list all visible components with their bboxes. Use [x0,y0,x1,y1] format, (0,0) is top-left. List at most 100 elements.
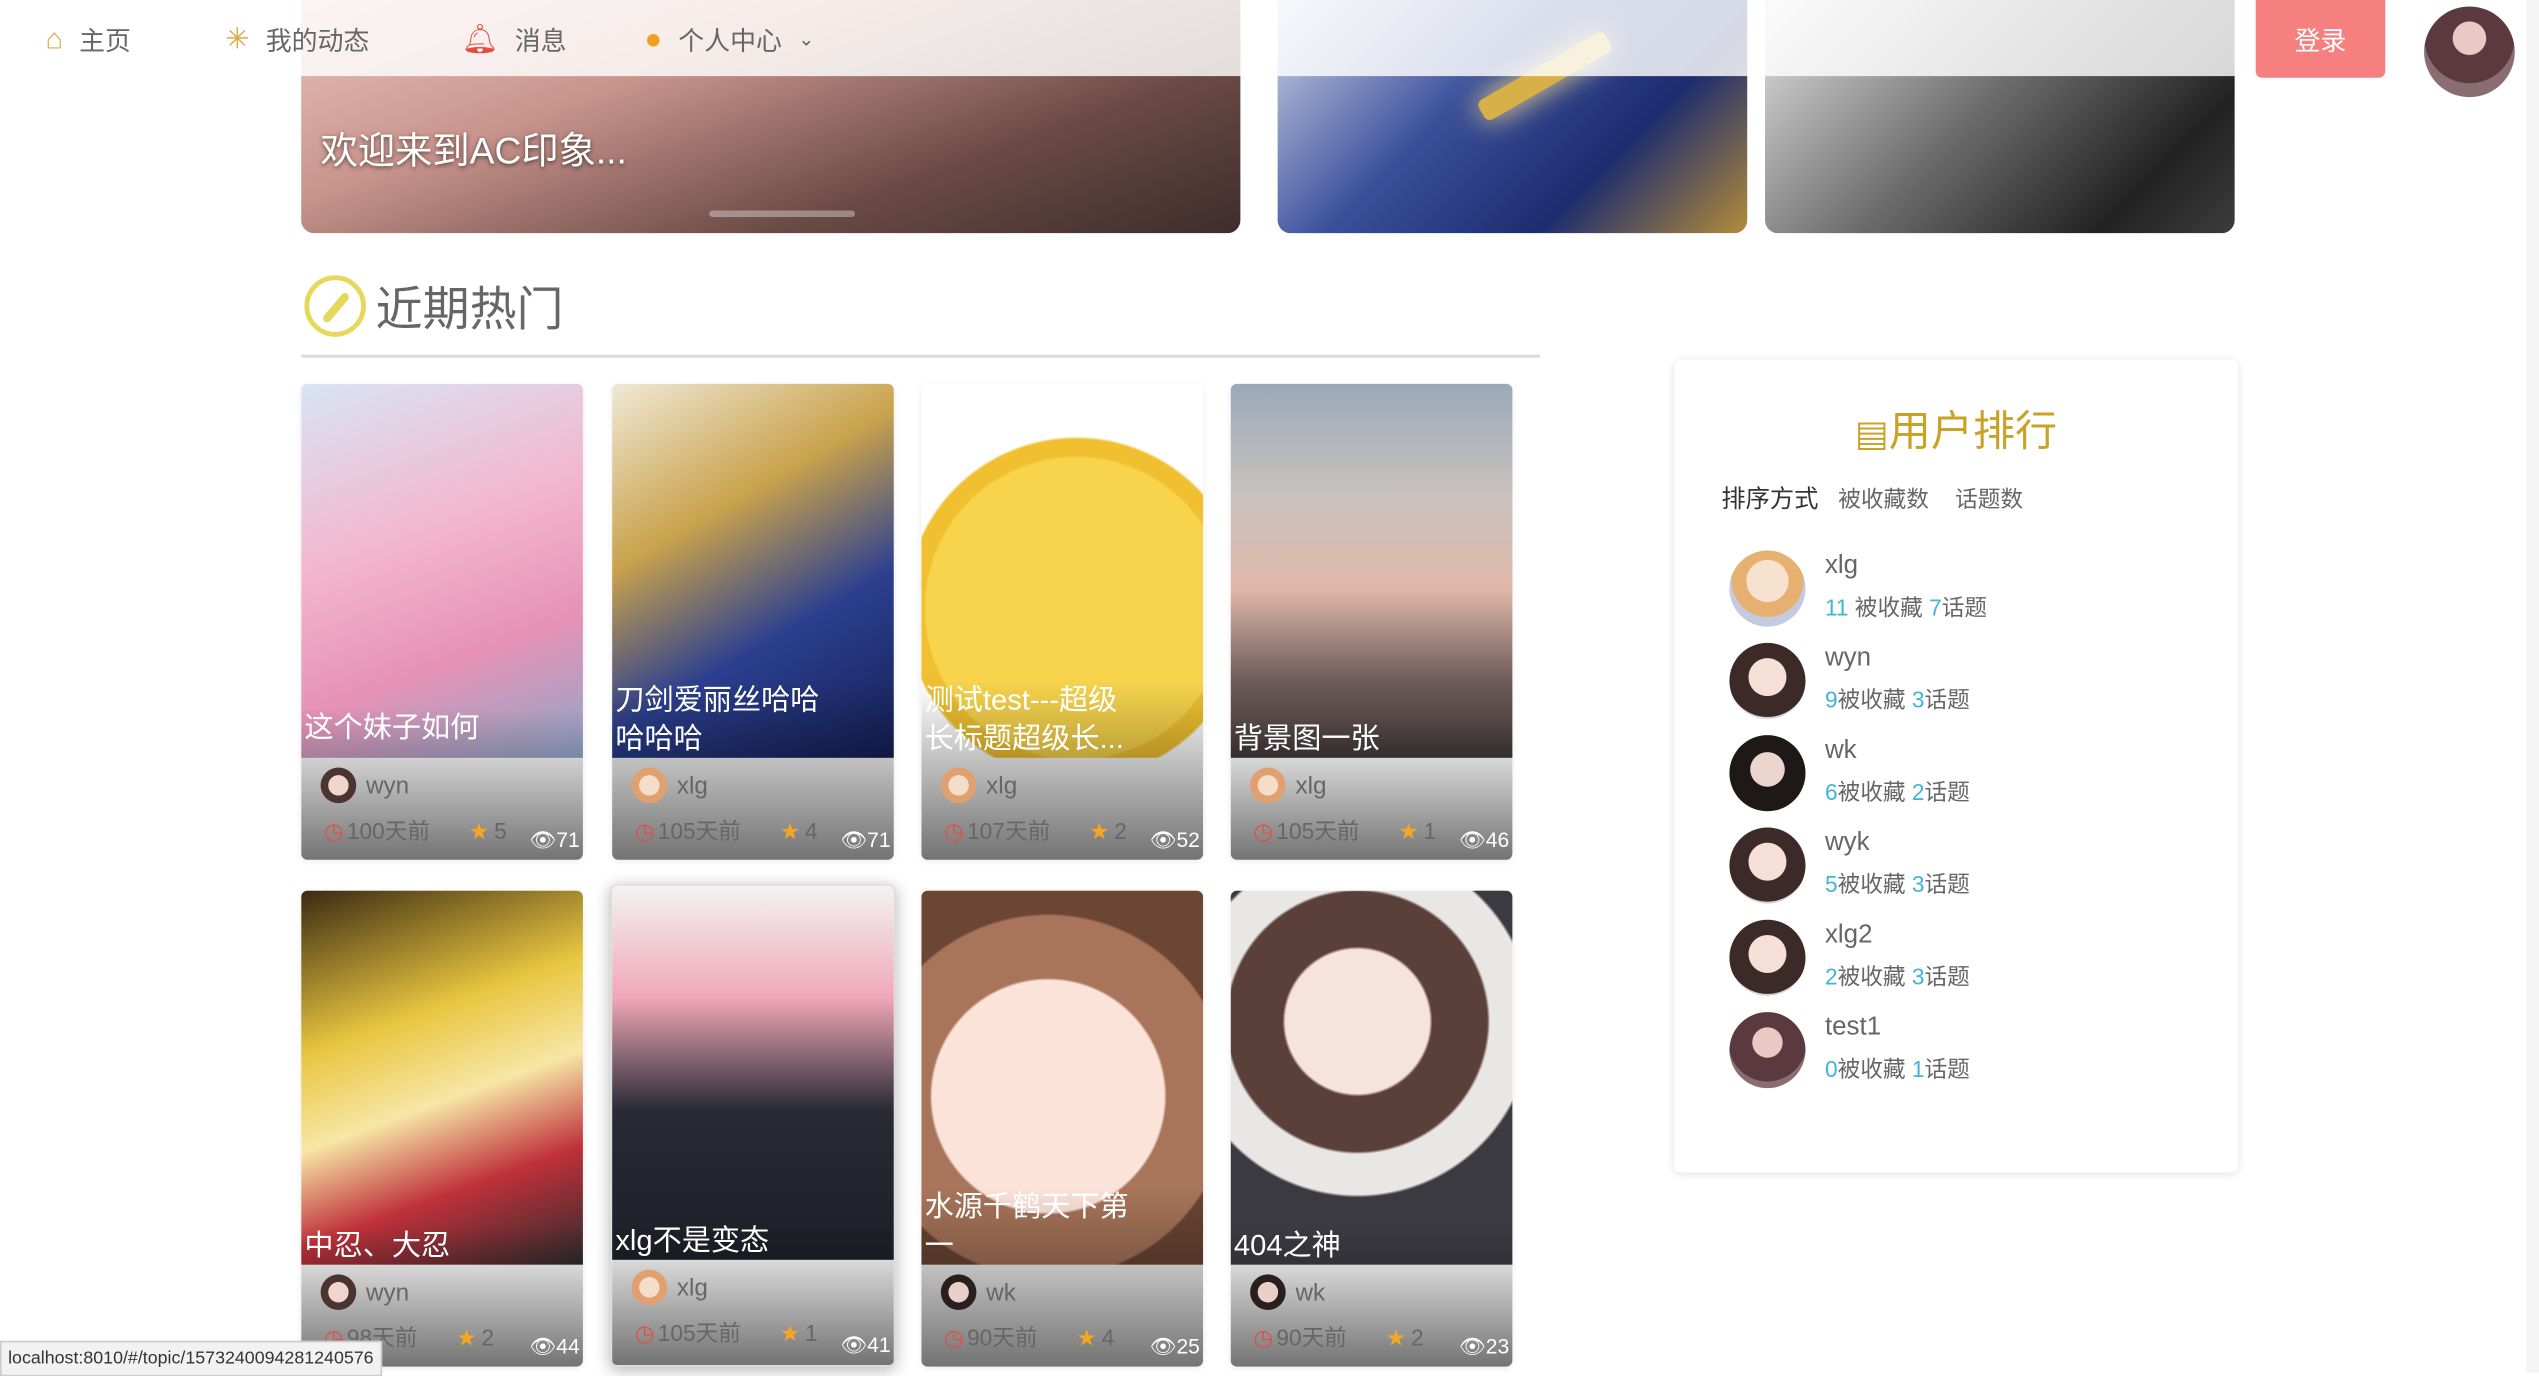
bell-icon: 🔔︎ [461,21,499,55]
ranking-user[interactable]: wyn 9被收藏 3话题 [1729,642,1970,719]
topic-card[interactable]: 背景图一张 👁︎46 xlg ◷ 105天前 ★ 1 [1230,383,1513,860]
nav-label: 个人中心 [678,29,782,57]
sort-bar: 排序方式 被收藏数 话题数 [1721,481,2042,515]
star-icon: ★ [1385,1323,1407,1350]
star-icon: ★ [1398,816,1419,843]
view-count: 25 [1176,1334,1200,1359]
ranking-user[interactable]: wk 6被收藏 2话题 [1729,735,1970,812]
topic-count: 2 [1911,778,1925,805]
topic-thumbnail [301,890,583,1265]
author-name[interactable]: wyn [366,1278,409,1306]
topic-card[interactable]: 水源千鹤天下第一 👁︎25 wk ◷ 90天前 ★ 4 [921,890,1204,1367]
author-avatar [1250,767,1286,804]
nav-item-profile[interactable]: ● 个人中心 ⌄ [644,19,814,58]
banner-title: 欢迎来到AC印象... [320,129,627,172]
topic-card[interactable]: 404之神 👁︎23 wk ◷ 90天前 ★ 2 [1230,890,1513,1367]
star-icon: ★ [1076,1323,1097,1350]
topic-thumbnail [612,885,894,1260]
clock-icon: ◷ [944,816,964,843]
clock-icon: ◷ [1253,1323,1274,1350]
topic-count: 3 [1911,686,1925,713]
topic-card-hovered[interactable]: xlg不是变态 👁︎41 xlg ◷ 105天前 ★ 1 [610,884,896,1367]
collected-count: 11 [1824,594,1849,621]
topic-count: 7 [1929,594,1942,621]
star-icon: ★ [456,1323,477,1350]
author-name[interactable]: wyn [366,772,409,800]
user-name: wk [1824,736,1857,765]
topic-count: 1 [1911,1055,1925,1082]
login-button[interactable]: 登录 [2255,0,2386,78]
star-count: 4 [1101,1324,1115,1351]
ranking-user[interactable]: xlg 11 被收藏 7话题 [1729,550,1987,627]
topic-title: 中忍、大忍 [304,1229,451,1262]
hot-title-text: 近期热门 [375,284,564,337]
eye-icon: 👁︎ [529,1334,557,1359]
user-ranking-panel: ▤用户排行 排序方式 被收藏数 话题数 xlg 11 被收藏 7话题 wyn 9… [1674,359,2238,1173]
author-avatar [320,1274,357,1311]
ranking-user[interactable]: xlg2 2被收藏 3话题 [1729,919,1970,996]
topic-title: 水源千鹤天下第一 [924,1190,1129,1262]
eye-icon: 👁︎ [1149,827,1177,852]
ranking-user[interactable]: test1 0被收藏 1话题 [1729,1012,1970,1089]
sparkle-icon: ✳ [225,21,250,55]
nav-item-activity[interactable]: ✳ 我的动态 [225,19,369,58]
avatar[interactable] [2424,6,2515,98]
nav-item-messages[interactable]: 🔔︎ 消息 [462,19,567,58]
author-name[interactable]: wk [1295,1278,1325,1306]
top-nav: ⌂ 主页 ✳ 我的动态 🔔︎ 消息 ● 个人中心 ⌄ 登录 [0,0,2539,98]
user-avatar [1729,642,1806,719]
chevron-down-icon: ⌄ [798,27,815,51]
author-avatar [631,1269,668,1306]
compass-icon [304,275,366,337]
user-icon: ● [644,21,663,55]
clock-icon: ◷ [1253,816,1274,843]
topic-thumbnail [1230,383,1513,758]
carousel-indicator[interactable] [709,210,855,217]
author-name[interactable]: xlg [1295,772,1326,800]
nav-item-home[interactable]: ⌂ 主页 [45,19,131,58]
nav-label: 主页 [79,29,131,57]
star-icon: ★ [779,816,801,843]
scrollbar[interactable] [2526,0,2539,1374]
sort-option-collected[interactable]: 被收藏数 [1838,486,1929,512]
eye-icon: 👁︎ [1459,827,1486,852]
status-bar-url: localhost:8010/#/topic/15732400942812405… [0,1340,382,1376]
star-icon: ★ [779,1318,801,1345]
author-avatar [940,1274,977,1311]
user-avatar [1729,827,1806,904]
sort-option-topics[interactable]: 话题数 [1955,486,2023,512]
topic-card[interactable]: 刀剑爱丽丝哈哈哈哈哈 👁︎71 xlg ◷ 105天前 ★ 4 [612,383,894,860]
topic-card[interactable]: 这个妹子如何 👁︎71 wyn ◷ 100天前 ★ 5 [301,383,583,860]
user-avatar [1729,550,1806,627]
author-avatar [940,767,977,804]
topic-title: xlg不是变态 [615,1224,770,1257]
view-count: 52 [1176,827,1200,852]
post-time: 90天前 [967,1324,1038,1351]
user-avatar [1729,1012,1806,1089]
author-name[interactable]: xlg [677,772,708,800]
author-avatar [1250,1274,1286,1311]
author-name[interactable]: xlg [677,1274,708,1302]
collected-count: 2 [1824,963,1838,990]
post-time: 105天前 [1276,817,1360,844]
star-icon: ★ [468,816,490,843]
ranking-user[interactable]: wyk 5被收藏 3话题 [1729,827,1970,904]
user-name: test1 [1824,1013,1882,1042]
view-count: 44 [556,1334,580,1359]
eye-icon: 👁︎ [1459,1334,1486,1359]
eye-icon: 👁︎ [1149,1334,1177,1359]
ranking-icon: ▤ [1855,412,1889,454]
home-icon: ⌂ [45,21,63,55]
user-name: xlg2 [1824,921,1873,949]
topic-thumbnail [301,383,583,758]
sort-label: 排序方式 [1721,485,1819,514]
view-count: 46 [1485,827,1510,852]
clock-icon: ◷ [634,1318,655,1345]
author-name[interactable]: xlg [986,772,1017,800]
topic-card[interactable]: 测试test---超级长标题超级长... 👁︎52 xlg ◷ 107天前 ★ 2 [921,383,1204,860]
topic-card[interactable]: 中忍、大忍 👁︎44 wyn ◷ 98天前 ★ 2 [301,890,583,1367]
user-avatar [1729,735,1806,812]
author-name[interactable]: wk [986,1278,1016,1306]
topic-title: 测试test---超级长标题超级长... [924,683,1124,755]
nav-label: 消息 [514,29,567,57]
